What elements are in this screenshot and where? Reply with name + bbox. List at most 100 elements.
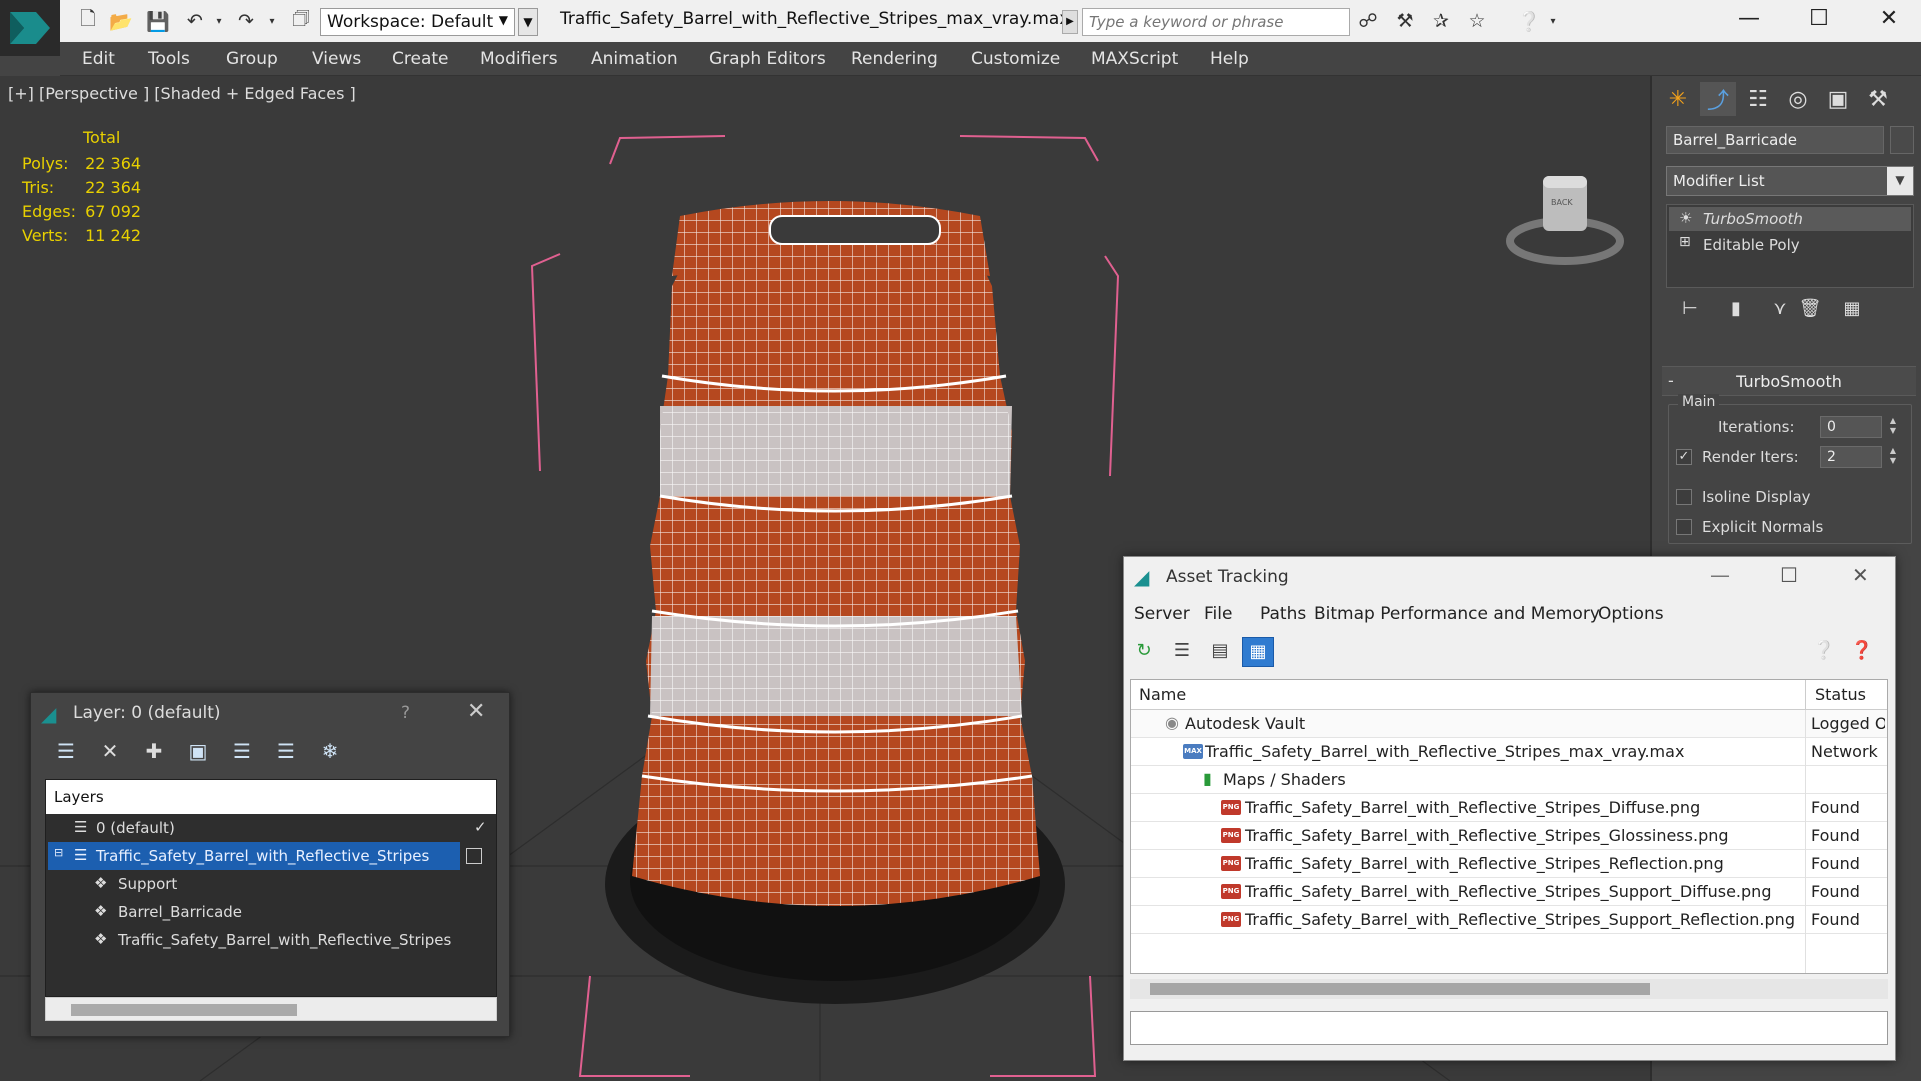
configure-sets-icon[interactable]: ▦ <box>1838 298 1866 324</box>
close-button[interactable]: ✕ <box>1852 563 1869 587</box>
explicit-normals-checkbox[interactable] <box>1676 519 1692 535</box>
close-button[interactable]: ✕ <box>1864 6 1914 36</box>
menu-maxscript[interactable]: MAXScript <box>1091 49 1178 69</box>
set-active-checkbox[interactable] <box>466 848 482 864</box>
asset-row-png[interactable]: PNG Traffic_Safety_Barrel_with_Reflectiv… <box>1131 906 1887 934</box>
menu-server[interactable]: Server <box>1134 604 1190 624</box>
help-dropdown-icon[interactable]: ▾ <box>1540 9 1566 33</box>
app-logo[interactable] <box>0 0 60 56</box>
menu-graph-editors[interactable]: Graph Editors <box>709 49 826 69</box>
show-end-result-icon[interactable]: ▮ <box>1722 298 1750 324</box>
asset-status-field[interactable] <box>1130 1011 1888 1045</box>
column-header-status[interactable]: Status <box>1815 685 1866 704</box>
list-view-icon[interactable]: ☰ <box>1166 637 1198 667</box>
asset-horizontal-scrollbar[interactable] <box>1130 979 1888 999</box>
iterations-spinner[interactable]: 0 <box>1820 416 1882 438</box>
menu-paths[interactable]: Paths <box>1260 604 1306 624</box>
select-objects-icon[interactable]: ▣ <box>183 739 213 767</box>
object-name-field[interactable]: Barrel_Barricade <box>1666 126 1884 154</box>
help-icon[interactable]: ❔ <box>1808 637 1840 667</box>
workspace-dropdown[interactable]: Workspace: Default ▼ <box>320 8 515 36</box>
menu-create[interactable]: Create <box>392 49 449 69</box>
render-iters-checkbox[interactable]: ✓ <box>1676 449 1692 465</box>
active-layer-check-icon[interactable]: ✓ <box>474 818 487 836</box>
layer-horizontal-scrollbar[interactable] <box>45 997 497 1021</box>
star-icon[interactable]: ☆ <box>1464 9 1490 33</box>
menu-options[interactable]: Options <box>1598 604 1664 624</box>
refresh-icon[interactable]: ↻ <box>1128 637 1160 667</box>
menu-group[interactable]: Group <box>226 49 278 69</box>
remove-modifier-icon[interactable]: 🗑 <box>1796 298 1824 324</box>
help-icon[interactable]: ? <box>401 703 410 723</box>
new-file-icon[interactable]: 🗋 <box>75 8 101 33</box>
asset-row-png[interactable]: PNG Traffic_Safety_Barrel_with_Reflectiv… <box>1131 878 1887 906</box>
viewport-label[interactable]: [+] [Perspective ] [Shaded + Edged Faces… <box>8 84 356 103</box>
asset-row-png[interactable]: PNG Traffic_Safety_Barrel_with_Reflectiv… <box>1131 850 1887 878</box>
object-color-swatch[interactable] <box>1890 126 1914 154</box>
menu-rendering[interactable]: Rendering <box>851 49 938 69</box>
hierarchy-tab-icon[interactable]: ☷ <box>1740 82 1776 116</box>
layer-row-traffic-barrel[interactable]: ⊟ ☰ Traffic_Safety_Barrel_with_Reflectiv… <box>48 842 460 870</box>
menu-edit[interactable]: Edit <box>82 49 115 69</box>
menu-file[interactable]: File <box>1204 604 1232 624</box>
menu-tools[interactable]: Tools <box>148 49 190 69</box>
isoline-display-checkbox[interactable] <box>1676 489 1692 505</box>
menu-bitmap-performance[interactable]: Bitmap Performance and Memory <box>1314 604 1600 624</box>
maximize-button[interactable]: ☐ <box>1794 6 1844 36</box>
pin-stack-icon[interactable]: ⊢ <box>1676 298 1704 324</box>
tools-icon[interactable]: ⚒ <box>1392 9 1418 33</box>
column-divider[interactable] <box>1805 680 1806 710</box>
create-tab-icon[interactable]: ✳ <box>1660 82 1696 116</box>
expand-plus-icon[interactable]: ⊞ <box>1679 234 1691 250</box>
spinner-arrows-icon[interactable]: ▲ ▼ <box>1886 416 1900 438</box>
context-help-icon[interactable]: ❓ <box>1846 637 1878 667</box>
add-to-layer-icon[interactable]: ✚ <box>139 739 169 767</box>
project-folder-icon[interactable]: 🗇 <box>288 8 314 33</box>
help-icon[interactable]: ❔ <box>1516 9 1542 33</box>
make-unique-icon[interactable]: ⋎ <box>1766 298 1794 324</box>
hide-all-layers-icon[interactable]: ☰ <box>271 739 301 767</box>
tree-view-icon[interactable]: ▤ <box>1204 637 1236 667</box>
column-header-name[interactable]: Name <box>1139 685 1186 704</box>
layers-column-header[interactable]: Layers <box>46 780 496 814</box>
modify-tab-icon[interactable]: ⤴ <box>1700 82 1736 116</box>
object-row-support[interactable]: ❖ Support <box>46 870 496 898</box>
utilities-tab-icon[interactable]: ⚒ <box>1860 82 1896 116</box>
stack-item-turbosmooth[interactable]: ☀ TurboSmooth <box>1669 207 1911 231</box>
close-icon[interactable]: ✕ <box>467 699 485 724</box>
asset-row-png[interactable]: PNG Traffic_Safety_Barrel_with_Reflectiv… <box>1131 794 1887 822</box>
spinner-arrows-icon[interactable]: ▲ ▼ <box>1886 446 1900 468</box>
delete-layer-icon[interactable]: ✕ <box>95 739 125 767</box>
table-view-icon[interactable]: ▦ <box>1242 637 1274 667</box>
asset-row-max-file[interactable]: MAX Traffic_Safety_Barrel_with_Reflectiv… <box>1131 738 1887 766</box>
minimize-button[interactable]: — <box>1724 6 1774 36</box>
layer-window-titlebar[interactable]: ◢ Layer: 0 (default) ? ✕ <box>31 693 509 733</box>
stack-item-editable-poly[interactable]: ⊞ Editable Poly <box>1669 233 1911 257</box>
collapse-icon[interactable]: ⊟ <box>54 846 63 859</box>
menu-modifiers[interactable]: Modifiers <box>480 49 558 69</box>
freeze-all-layers-icon[interactable]: ❄ <box>315 739 345 767</box>
asset-window-titlebar[interactable]: ◢ Asset Tracking — ☐ ✕ <box>1124 557 1895 597</box>
menu-views[interactable]: Views <box>312 49 361 69</box>
menu-help[interactable]: Help <box>1210 49 1249 69</box>
lightbulb-icon[interactable]: ☀ <box>1679 209 1692 227</box>
scrollbar-thumb[interactable] <box>71 1004 297 1016</box>
maximize-button[interactable]: ☐ <box>1780 563 1798 587</box>
workspace-menu-button[interactable]: ▼ <box>518 8 538 36</box>
viewcube-label[interactable]: BACK <box>1551 198 1573 207</box>
object-row-traffic-barrel[interactable]: ❖ Traffic_Safety_Barrel_with_Reflective_… <box>46 926 496 954</box>
scrollbar-thumb[interactable] <box>1150 983 1650 995</box>
asset-row-png[interactable]: PNG Traffic_Safety_Barrel_with_Reflectiv… <box>1131 822 1887 850</box>
asset-row-maps-folder[interactable]: ▮ Maps / Shaders <box>1131 766 1887 794</box>
create-layer-icon[interactable]: ☰ <box>51 739 81 767</box>
save-icon[interactable]: 💾 <box>145 9 171 33</box>
search-expand-button[interactable]: ▶ <box>1062 10 1078 34</box>
object-row-barrel-barricade[interactable]: ❖ Barrel_Barricade <box>46 898 496 926</box>
highlight-layer-icon[interactable]: ☰ <box>227 739 257 767</box>
open-file-icon[interactable]: 📂 <box>108 9 134 33</box>
menu-animation[interactable]: Animation <box>591 49 678 69</box>
motion-tab-icon[interactable]: ◎ <box>1780 82 1816 116</box>
minimize-button[interactable]: — <box>1710 563 1730 587</box>
render-iters-spinner[interactable]: 2 <box>1820 446 1882 468</box>
display-tab-icon[interactable]: ▣ <box>1820 82 1856 116</box>
